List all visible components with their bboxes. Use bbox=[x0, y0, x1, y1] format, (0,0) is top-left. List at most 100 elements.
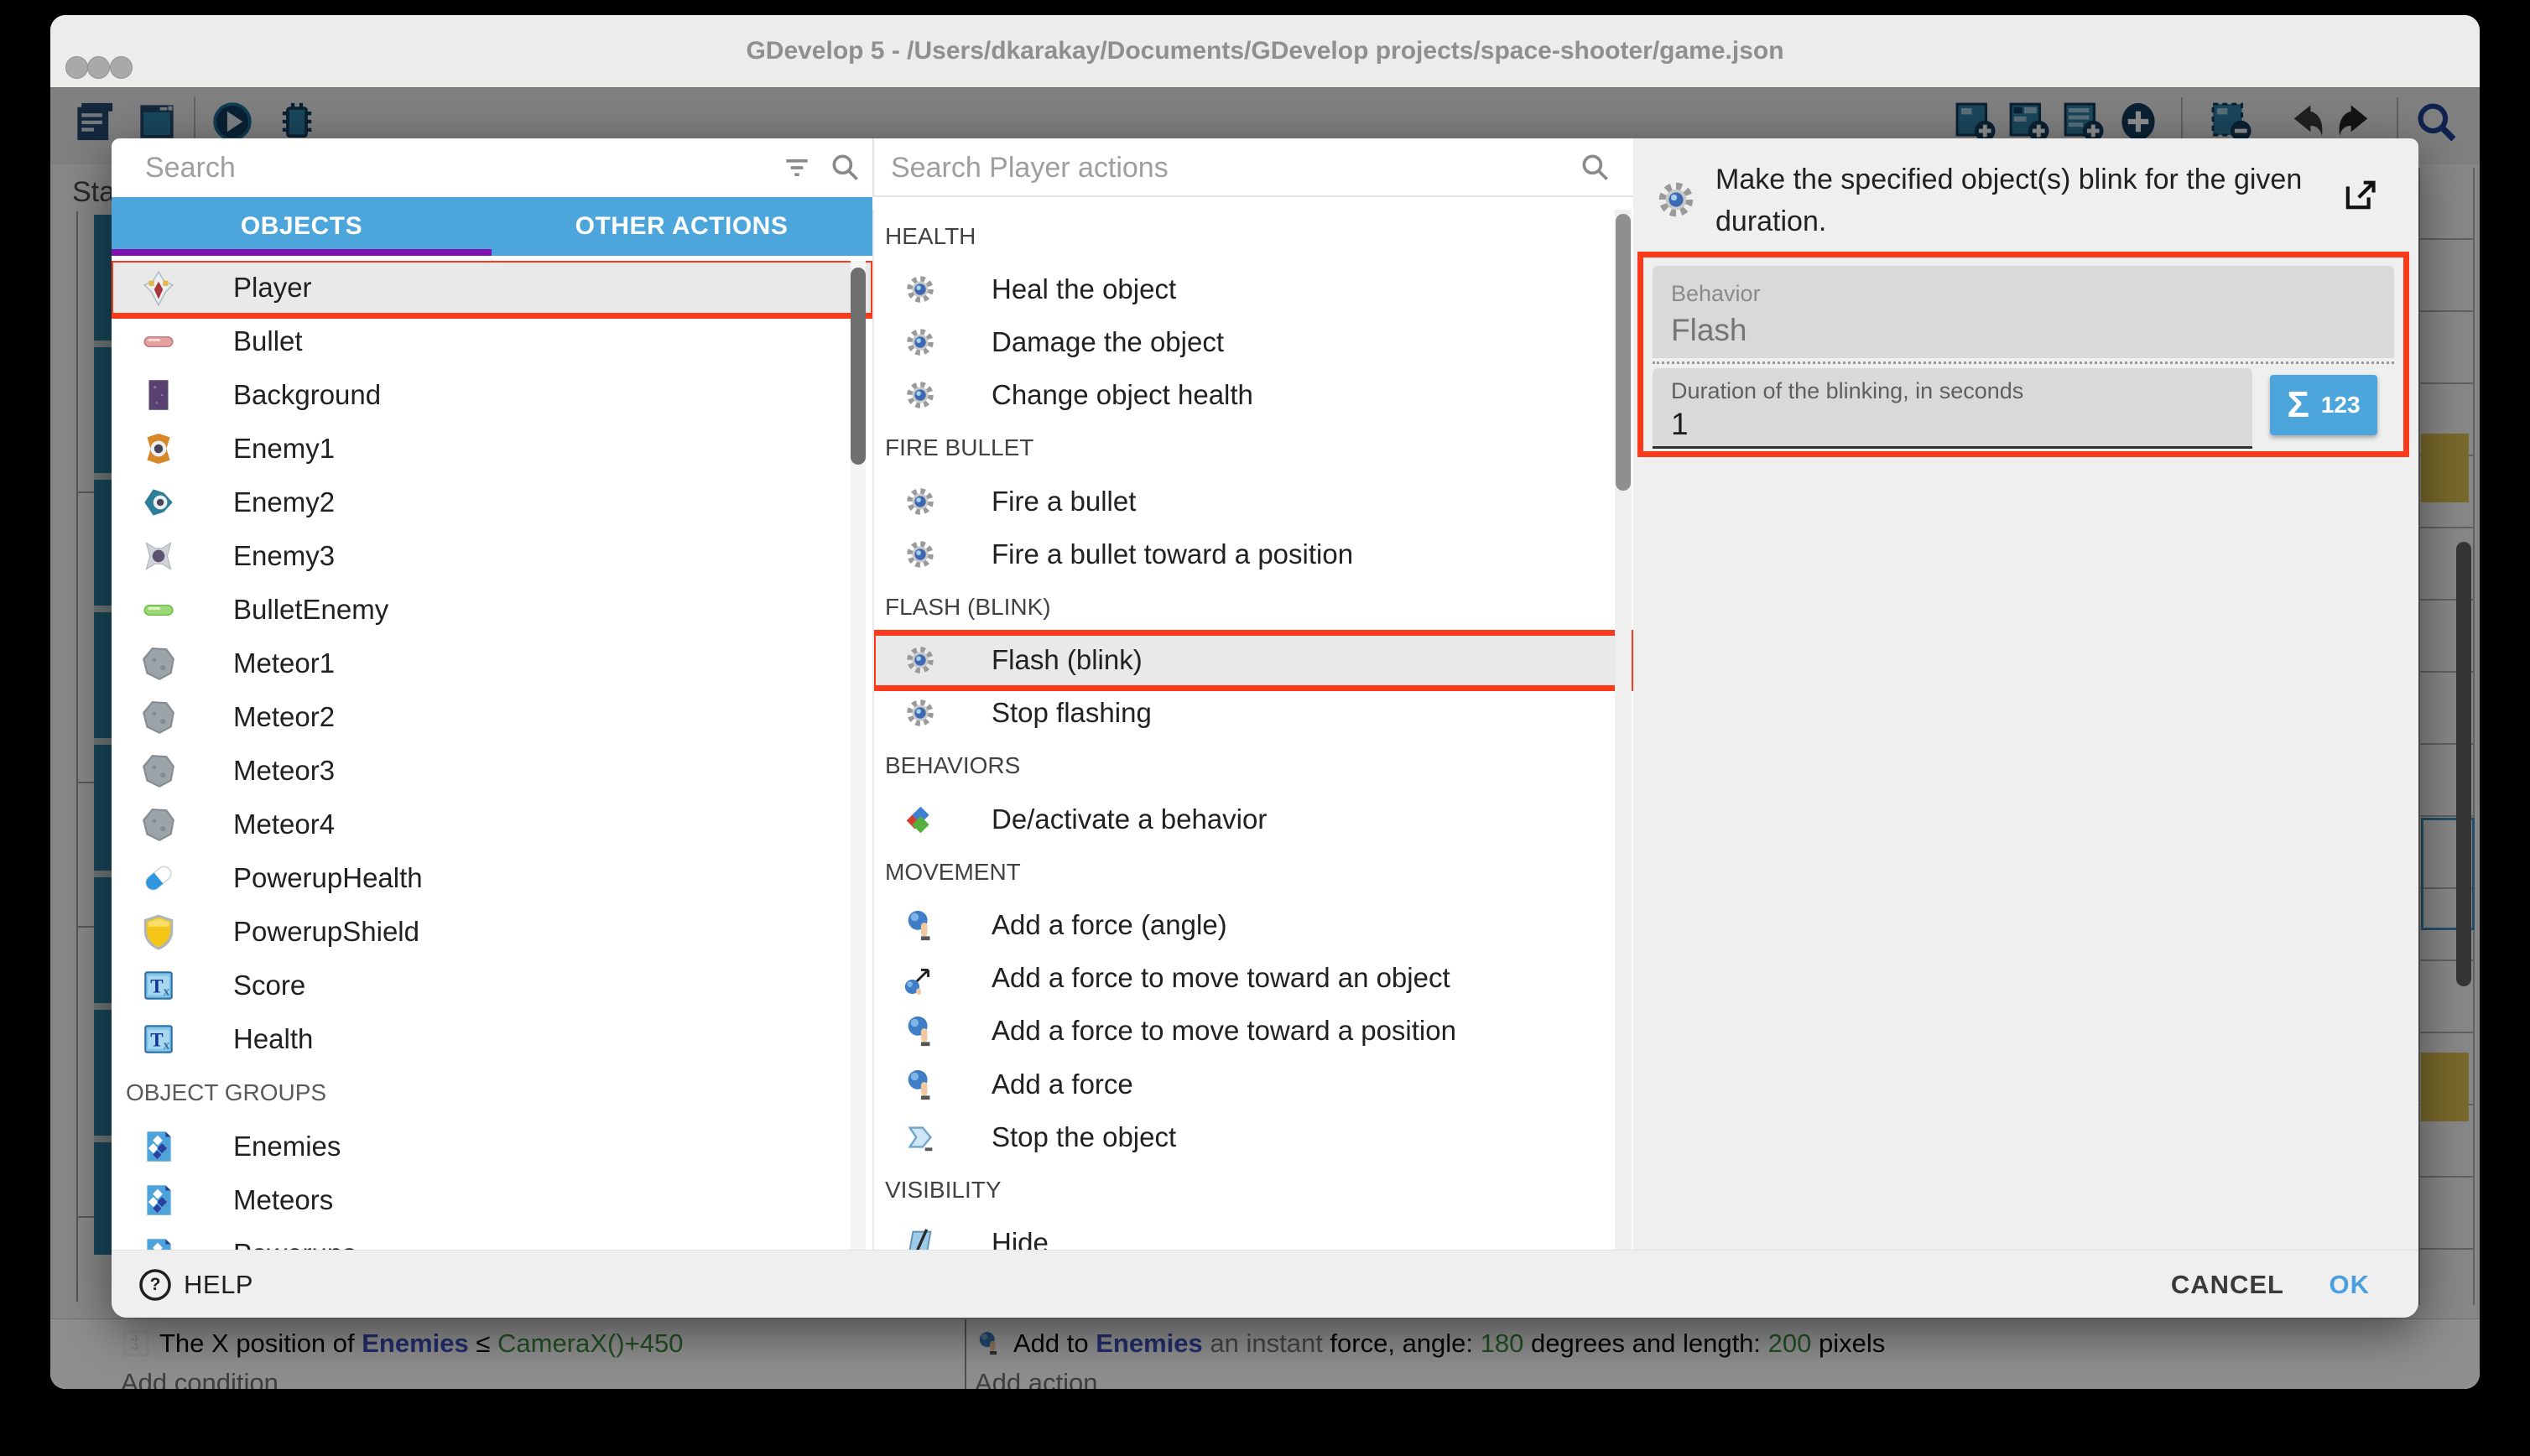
objects-search-field[interactable]: Search bbox=[112, 138, 872, 199]
gear-icon bbox=[903, 695, 938, 731]
action-row-add-a-force-to-move-toward-an-object[interactable]: Add a force to move toward an object bbox=[874, 952, 1633, 1005]
active-tab-underline bbox=[112, 249, 492, 256]
action-row-heal-the-object[interactable]: Heal the object bbox=[874, 263, 1633, 315]
shield-icon bbox=[139, 913, 178, 951]
open-in-new-icon[interactable] bbox=[2338, 174, 2382, 217]
object-row-background[interactable]: Background bbox=[112, 368, 872, 422]
action-row-add-a-force[interactable]: Add a force bbox=[874, 1058, 1633, 1110]
object-row-bulletenemy[interactable]: BulletEnemy bbox=[112, 583, 872, 637]
objects-scrollbar[interactable] bbox=[851, 261, 866, 1250]
object-row-meteor4[interactable]: Meteor4 bbox=[112, 798, 872, 851]
actions-scrollbar[interactable] bbox=[1615, 210, 1632, 1250]
gear-icon bbox=[903, 642, 938, 678]
action-parameters-panel: Make the specified object(s) blink for t… bbox=[1633, 138, 2418, 1250]
object-label: Meteor2 bbox=[233, 701, 335, 733]
actions-scrollbar-thumb[interactable] bbox=[1616, 214, 1631, 491]
meteor-icon bbox=[139, 805, 178, 844]
behavior-label: Behavior bbox=[1671, 281, 1761, 307]
svg-text:T: T bbox=[150, 975, 163, 996]
object-row-health[interactable]: TxHealth bbox=[112, 1012, 872, 1066]
object-row-powerups[interactable]: Powerups bbox=[112, 1227, 872, 1250]
player-ship-icon bbox=[139, 268, 178, 307]
object-row-bullet[interactable]: Bullet bbox=[112, 315, 872, 368]
object-row-enemy1[interactable]: Enemy1 bbox=[112, 422, 872, 476]
object-row-meteor2[interactable]: Meteor2 bbox=[112, 690, 872, 744]
help-button[interactable]: HELP bbox=[184, 1251, 253, 1318]
object-row-meteors[interactable]: Meteors bbox=[112, 1173, 872, 1227]
object-label: Meteor4 bbox=[233, 809, 335, 840]
window-title: GDevelop 5 - /Users/dkarakay/Documents/G… bbox=[268, 15, 2262, 87]
action-label: Add a force (angle) bbox=[992, 909, 1227, 941]
object-label: Health bbox=[233, 1023, 313, 1055]
action-row-stop-the-object[interactable]: Stop the object bbox=[874, 1110, 1633, 1163]
object-row-enemy3[interactable]: Enemy3 bbox=[112, 529, 872, 583]
action-section-behaviors: BEHAVIORS bbox=[874, 740, 1633, 793]
minimize-window-icon[interactable] bbox=[87, 56, 110, 79]
left-panel-tabs: OBJECTS OTHER ACTIONS bbox=[112, 197, 872, 256]
tab-objects[interactable]: OBJECTS bbox=[112, 197, 492, 256]
meteor-icon bbox=[139, 644, 178, 683]
duration-field[interactable]: Duration of the blinking, in seconds 1 bbox=[1653, 368, 2252, 449]
action-row-change-object-health[interactable]: Change object health bbox=[874, 369, 1633, 422]
action-row-stop-flashing[interactable]: Stop flashing bbox=[874, 687, 1633, 740]
action-row-de-activate-a-behavior[interactable]: De/activate a behavior bbox=[874, 793, 1633, 845]
object-row-enemies[interactable]: Enemies bbox=[112, 1120, 872, 1173]
close-window-icon[interactable] bbox=[65, 56, 88, 79]
action-label: De/activate a behavior bbox=[992, 803, 1267, 835]
action-label: Add a force bbox=[992, 1069, 1133, 1100]
stop-icon bbox=[903, 1120, 938, 1155]
object-row-player[interactable]: Player bbox=[112, 261, 872, 315]
group-icon bbox=[139, 1181, 178, 1219]
sigma-icon: Σ bbox=[2287, 387, 2309, 424]
bullet-green-icon bbox=[139, 590, 178, 629]
object-row-score[interactable]: TxScore bbox=[112, 959, 872, 1012]
object-row-meteor1[interactable]: Meteor1 bbox=[112, 637, 872, 690]
force-icon bbox=[903, 907, 938, 943]
filter-icon[interactable] bbox=[780, 151, 814, 185]
object-row-poweruphealth[interactable]: PowerupHealth bbox=[112, 851, 872, 905]
action-label: Stop the object bbox=[992, 1121, 1176, 1153]
bullet-red-icon bbox=[139, 322, 178, 361]
object-label: Meteor3 bbox=[233, 755, 335, 787]
action-description: Make the specified object(s) blink for t… bbox=[1715, 159, 2303, 242]
action-row-add-a-force-angle[interactable]: Add a force (angle) bbox=[874, 898, 1633, 951]
force-icon bbox=[903, 1067, 938, 1102]
actions-search-field[interactable]: Search Player actions bbox=[872, 138, 1633, 197]
object-label: Enemies bbox=[233, 1131, 341, 1162]
tab-other-actions[interactable]: OTHER ACTIONS bbox=[492, 197, 872, 256]
gear-icon bbox=[903, 325, 938, 360]
action-row-fire-a-bullet[interactable]: Fire a bullet bbox=[874, 475, 1633, 528]
background-purple-icon bbox=[139, 376, 178, 414]
object-label: Enemy2 bbox=[233, 486, 335, 518]
action-row-flash-blink[interactable]: Flash (blink) bbox=[874, 634, 1633, 687]
action-row-add-a-force-to-move-toward-a-position[interactable]: Add a force to move toward a position bbox=[874, 1005, 1633, 1058]
gear-icon bbox=[1653, 177, 1699, 222]
group-icon bbox=[139, 1235, 178, 1250]
svg-text:x: x bbox=[164, 985, 170, 999]
ok-button[interactable]: OK bbox=[2330, 1251, 2371, 1318]
behavior-icon bbox=[903, 802, 938, 837]
cancel-button[interactable]: CANCEL bbox=[2171, 1251, 2284, 1318]
object-row-meteor3[interactable]: Meteor3 bbox=[112, 744, 872, 798]
behavior-field[interactable]: Behavior Flash bbox=[1653, 266, 2394, 358]
object-row-powerupshield[interactable]: PowerupShield bbox=[112, 905, 872, 959]
object-label: PowerupShield bbox=[233, 916, 419, 948]
action-label: Add a force to move toward an object bbox=[992, 962, 1450, 994]
gear-icon bbox=[903, 272, 938, 307]
action-label: Fire a bullet toward a position bbox=[992, 538, 1353, 570]
screen: { "window": { "title": "GDevelop 5 - /Us… bbox=[0, 0, 2530, 1456]
enemy-gray-icon bbox=[139, 537, 178, 575]
search-icon bbox=[1579, 151, 1612, 185]
gear-icon bbox=[903, 377, 938, 413]
objects-scrollbar-thumb[interactable] bbox=[851, 268, 866, 465]
behavior-value: Flash bbox=[1671, 313, 1747, 348]
object-label: Player bbox=[233, 272, 312, 304]
field-divider bbox=[1653, 361, 2394, 364]
expression-editor-button[interactable]: Σ 123 bbox=[2270, 375, 2377, 435]
zoom-window-icon[interactable] bbox=[110, 56, 133, 79]
action-row-hide[interactable]: Hide bbox=[874, 1217, 1633, 1250]
force-icon bbox=[903, 1013, 938, 1048]
object-row-enemy2[interactable]: Enemy2 bbox=[112, 476, 872, 529]
action-row-damage-the-object[interactable]: Damage the object bbox=[874, 315, 1633, 368]
action-row-fire-a-bullet-toward-a-position[interactable]: Fire a bullet toward a position bbox=[874, 528, 1633, 580]
